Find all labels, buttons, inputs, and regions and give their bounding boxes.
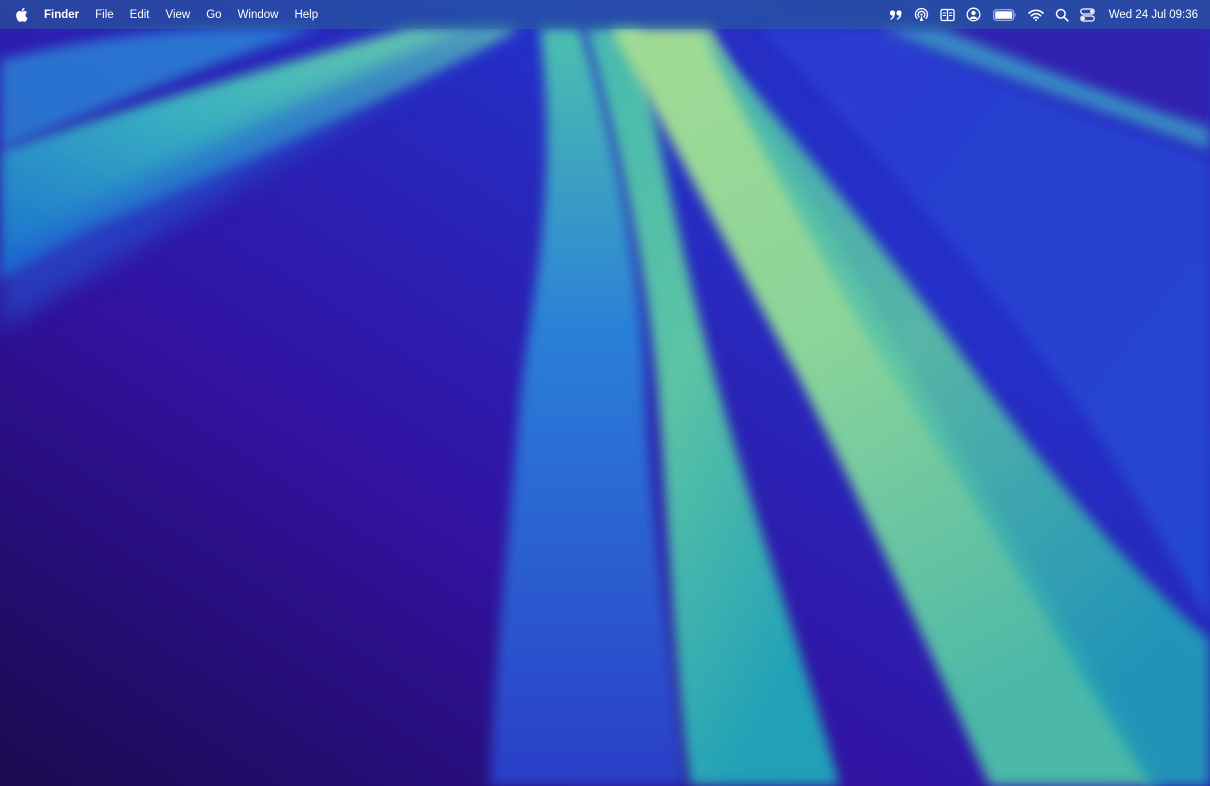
- menu-edit[interactable]: Edit: [122, 4, 158, 26]
- user-account-icon[interactable]: [966, 7, 982, 23]
- airdrop-icon[interactable]: [914, 7, 930, 23]
- menu-bar-right: Wed 24 Jul 09:36: [883, 0, 1198, 29]
- menu-go[interactable]: Go: [198, 4, 229, 26]
- quote-icon[interactable]: [888, 7, 904, 23]
- battery-icon[interactable]: [992, 7, 1017, 23]
- menu-window[interactable]: Window: [230, 4, 287, 26]
- wifi-icon[interactable]: [1027, 7, 1044, 23]
- menu-bar: Finder File Edit View Go Window Help Wed…: [0, 0, 1210, 29]
- menu-view[interactable]: View: [158, 4, 199, 26]
- menu-bar-left: Finder File Edit View Go Window Help: [14, 0, 326, 29]
- control-center-icon[interactable]: [1080, 7, 1096, 23]
- desktop: Finder File Edit View Go Window Help Wed…: [0, 0, 1210, 786]
- menu-bar-clock[interactable]: Wed 24 Jul 09:36: [1109, 9, 1198, 21]
- window-split-icon[interactable]: [940, 7, 956, 23]
- menu-help[interactable]: Help: [286, 4, 326, 26]
- wallpaper: [0, 0, 1210, 786]
- apple-logo-icon[interactable]: [14, 7, 28, 23]
- menu-app-name[interactable]: Finder: [36, 4, 87, 26]
- menu-file[interactable]: File: [87, 4, 122, 26]
- spotlight-search-icon[interactable]: [1054, 7, 1070, 23]
